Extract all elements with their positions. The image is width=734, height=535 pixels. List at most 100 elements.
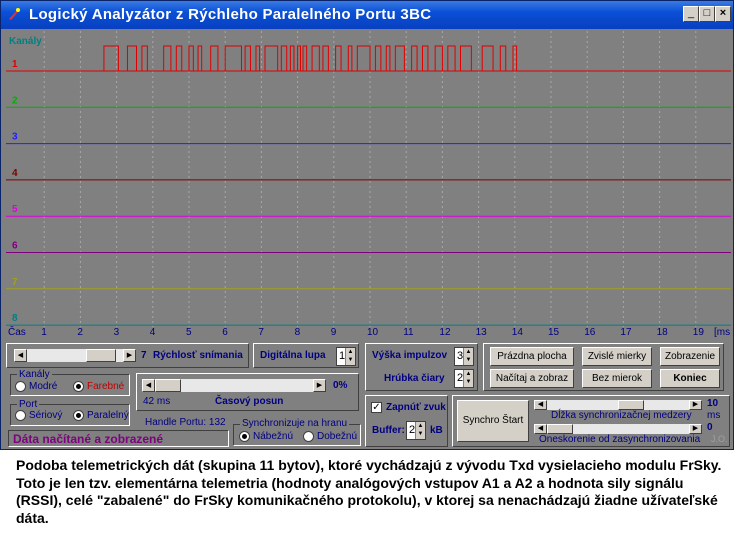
time-tick-label: 4 xyxy=(149,327,156,338)
time-tick-label: 1 xyxy=(41,327,47,338)
channel-3-label: 3 xyxy=(12,132,18,143)
radio-falling-label: Dobežnú xyxy=(317,431,358,443)
time-tick-label: 18 xyxy=(656,327,668,338)
time-tick-label: 11 xyxy=(403,327,414,338)
maximize-button[interactable]: □ xyxy=(699,6,715,22)
radio-icon xyxy=(15,410,26,421)
sync-gap-unit: ms xyxy=(707,410,721,421)
port-group-title: Port xyxy=(17,399,40,410)
time-shift-label: Časový posun xyxy=(215,396,284,407)
scroll-right-icon[interactable]: ▶ xyxy=(689,424,702,434)
channel-1-pulse xyxy=(280,45,288,71)
time-tick-label: 14 xyxy=(511,327,523,338)
close-button[interactable]: × xyxy=(715,6,731,22)
pulse-panel: Výška impulzov 3 ▲ ▼ Hrúbka čiary 2 ▲ ▼ xyxy=(365,343,478,391)
speed-label: Rýchlosť snímania xyxy=(153,350,243,361)
channel-1-pulse xyxy=(374,45,382,71)
status-text: Dáta načítané a zobrazené xyxy=(13,432,164,446)
pulse-height-label: Výška impulzov xyxy=(372,350,448,361)
scroll-thumb[interactable] xyxy=(547,424,573,434)
signal-plot: Kanály 1 2 3 4 5 6 7 8 xyxy=(6,31,731,327)
pulse-height-spinner[interactable]: 3 ▲ ▼ xyxy=(454,347,474,366)
channel-1-pulse xyxy=(322,45,329,71)
sync-start-button[interactable]: Synchro Štart xyxy=(457,400,529,442)
scroll-thumb[interactable] xyxy=(618,400,644,410)
end-button[interactable]: Koniec xyxy=(660,369,720,388)
radio-selected-icon xyxy=(73,410,84,421)
time-axis-label: Čas xyxy=(8,327,26,338)
radio-selected-icon xyxy=(73,381,84,392)
app-icon xyxy=(9,8,20,20)
channel-1-pulse xyxy=(289,45,295,71)
time-tick-label: 2 xyxy=(77,327,83,338)
radio-blue-label: Modré xyxy=(29,381,58,393)
load-display-button[interactable]: Načítaj a zobraz xyxy=(490,369,574,388)
radio-falling[interactable]: Dobežnú xyxy=(303,431,357,442)
scroll-thumb[interactable] xyxy=(86,349,116,362)
sound-checkbox[interactable]: ✓ xyxy=(371,402,382,413)
speed-value: 7 xyxy=(141,350,147,361)
vertical-grid-button[interactable]: Zvislé mierky xyxy=(582,347,652,366)
spin-arrows-icon[interactable]: ▲ ▼ xyxy=(463,348,473,365)
time-unit-label: [ms xyxy=(714,327,731,338)
spin-arrows-icon[interactable]: ▲ ▼ xyxy=(345,348,355,365)
speed-scrollbar[interactable]: ◀ ▶ xyxy=(13,348,137,363)
channel-1-pulse xyxy=(460,45,472,71)
clear-button[interactable]: Prázdna plocha xyxy=(490,347,574,366)
spin-arrows-icon[interactable]: ▲ ▼ xyxy=(415,422,425,439)
time-tick-label: 9 xyxy=(330,327,337,338)
channel-1-pulse xyxy=(385,45,391,71)
scroll-left-icon[interactable]: ◀ xyxy=(534,424,547,434)
time-tick-label: 7 xyxy=(258,327,264,338)
buffer-unit: kB xyxy=(430,425,443,436)
channel-5-label: 5 xyxy=(12,204,18,215)
display-button[interactable]: Zobrazenie xyxy=(660,347,720,366)
spin-arrows-icon[interactable]: ▲ ▼ xyxy=(463,370,473,387)
app-window: Logický Analyzátor z Rýchleho Paralelnéh… xyxy=(0,0,734,450)
channels-corner-label: Kanály xyxy=(9,36,42,47)
channel-7-label: 7 xyxy=(12,277,18,288)
channel-1-pulse xyxy=(163,45,172,71)
time-shift-ms: 42 ms xyxy=(143,396,171,407)
title-bar: Logický Analyzátor z Rýchleho Paralelnéh… xyxy=(1,1,733,29)
time-tick-label: 17 xyxy=(620,327,632,338)
channel-1-pulse xyxy=(264,45,279,71)
zoom-spinner[interactable]: 1 ▲ ▼ xyxy=(336,347,356,366)
scroll-thumb[interactable] xyxy=(155,379,181,392)
time-tick-label: 12 xyxy=(439,327,451,338)
time-tick-label: 5 xyxy=(186,327,192,338)
radio-serial-label: Sériový xyxy=(29,410,63,422)
radio-parallel[interactable]: Paralelný xyxy=(73,410,129,421)
buffer-spinner[interactable]: 2 ▲ ▼ xyxy=(406,421,426,440)
channel-1-pulse xyxy=(481,45,494,71)
channel-1-label: 1 xyxy=(12,59,18,70)
radio-serial[interactable]: Sériový xyxy=(15,410,62,421)
scroll-left-icon[interactable]: ◀ xyxy=(142,379,155,392)
channel-4-label: 4 xyxy=(12,168,18,179)
radio-blue[interactable]: Modré xyxy=(15,381,57,392)
channel-1-pulse xyxy=(197,45,203,71)
minimize-button[interactable]: _ xyxy=(683,6,699,22)
sync-delay-label: Oneskorenie od zasynchronizovania xyxy=(539,434,701,445)
action-buttons-panel: Prázdna plocha Zvislé mierky Zobrazenie … xyxy=(483,343,724,391)
no-grid-button[interactable]: Bez mierok xyxy=(582,369,652,388)
scroll-left-icon[interactable]: ◀ xyxy=(14,349,27,362)
time-shift-scrollbar[interactable]: ◀ ▶ xyxy=(141,378,327,393)
line-width-spinner[interactable]: 2 ▲ ▼ xyxy=(454,369,474,388)
time-shift-panel: ◀ ▶ 0% 42 ms Časový posun xyxy=(136,373,359,411)
scroll-right-icon[interactable]: ▶ xyxy=(689,400,702,410)
sync-gap-label: Dĺžka synchronizačnej medzery xyxy=(551,410,692,421)
sync-edge-title: Synchronizuje na hranu xyxy=(240,418,350,429)
scroll-right-icon[interactable]: ▶ xyxy=(313,379,326,392)
time-tick-label: 16 xyxy=(584,327,596,338)
channel-1-pulse xyxy=(335,45,342,71)
radio-rising[interactable]: Nábežnú xyxy=(239,431,293,442)
channel-2-label: 2 xyxy=(12,95,18,106)
radio-color[interactable]: Farebné xyxy=(73,381,124,392)
scroll-left-icon[interactable]: ◀ xyxy=(534,400,547,410)
sound-label: Zapnúť zvuk xyxy=(386,402,446,413)
channel-8-label: 8 xyxy=(12,313,18,324)
channel-1-pulse xyxy=(302,45,308,71)
time-tick-label: 13 xyxy=(475,327,487,338)
scroll-right-icon[interactable]: ▶ xyxy=(123,349,136,362)
